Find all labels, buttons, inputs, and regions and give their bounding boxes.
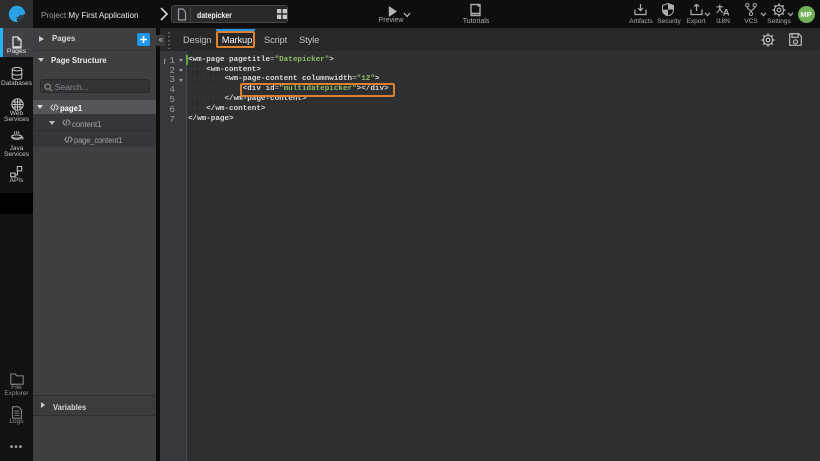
svg-text:A: A	[723, 7, 730, 16]
